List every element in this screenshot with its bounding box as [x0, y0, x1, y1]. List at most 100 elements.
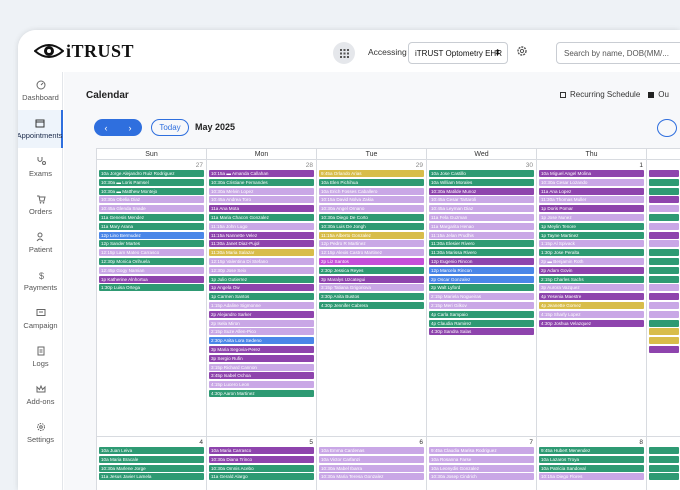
day-cell[interactable]: 6 10a Emma Cardenas 10a Victor Carfanzi 10:…: [317, 437, 427, 490]
appointment-event[interactable]: 9:45a Hubert Menendez: [539, 447, 644, 454]
appointment-event[interactable]: 10:45a Glenda Snade: [99, 205, 204, 213]
appointment-event-partial[interactable]: [649, 319, 679, 327]
appointment-event[interactable]: 2p Isela Miron: [209, 319, 314, 327]
appointment-event[interactable]: 1p Doris Pomar: [539, 205, 644, 213]
appointment-event[interactable]: 3:15p Tatiana Grigoriova: [319, 284, 424, 292]
appointment-event[interactable]: 2:15p Suze Allen-Pico: [209, 328, 314, 336]
day-cell[interactable]: 5 10a Maria Carrasco 10:30a Diana Trinco 10…: [207, 437, 317, 490]
appointment-event[interactable]: 10:30a Marlene Jorge: [99, 464, 204, 472]
appointment-event[interactable]: 10a Elen Pichihua: [319, 178, 424, 186]
appointment-event[interactable]: 1p Julio Gutierrez: [209, 275, 314, 283]
day-cell-partial[interactable]: [647, 160, 680, 437]
appointment-event-partial[interactable]: [649, 240, 679, 248]
appointment-event[interactable]: 2:15p Mariela Nogueiras: [429, 293, 534, 301]
appointment-event[interactable]: 10:45a Leyman Diaz: [429, 205, 534, 213]
appointment-event[interactable]: 11:30a Marissa Rivero: [429, 249, 534, 257]
appointment-event[interactable]: 3p Sergio Rufin: [209, 354, 314, 362]
sidebar-item-add-ons[interactable]: Add-ons: [18, 376, 63, 414]
appointment-event[interactable]: 12p Lino Bermudez: [99, 231, 204, 239]
appointment-event[interactable]: 10a Erich Fosses Caballero: [319, 187, 424, 195]
appointment-event[interactable]: 11a Margarita Henao: [429, 222, 534, 230]
appointment-event[interactable]: 12:15p Lam Mateo Carrasco: [99, 249, 204, 257]
appointment-event[interactable]: 11:15a Alberto Gonzalez: [319, 231, 424, 239]
appointment-event[interactable]: 11:30a Elesier Rivero: [429, 240, 534, 248]
appointment-event[interactable]: 10a William Morales: [429, 178, 534, 186]
appointment-event[interactable]: 1p Jose Nunez: [539, 214, 644, 221]
appointment-event-partial[interactable]: [649, 310, 679, 318]
day-cell-partial[interactable]: [647, 437, 680, 490]
appointment-event[interactable]: 10:30a Cesar Lozando: [539, 178, 644, 186]
appointment-event[interactable]: 11:15a John Lugo: [209, 222, 314, 230]
appointment-event[interactable]: 2p ▬ Benjamin Roth: [539, 258, 644, 265]
appointment-event-partial[interactable]: [649, 196, 679, 204]
appointment-event[interactable]: 3:15p Richard Cannon: [209, 363, 314, 371]
appointment-event[interactable]: 2p Liz Santos: [319, 258, 424, 265]
appointment-event[interactable]: 10:30a Melvin Lopez: [209, 187, 314, 195]
day-cell[interactable]: 28 10:15a ▬ Amanda Callahan 10:30a Cristia…: [207, 160, 317, 437]
appointment-event[interactable]: 1p Meylin Tenore: [539, 222, 644, 230]
appointment-event[interactable]: 10a Maria Bracale: [99, 455, 204, 463]
appointment-event[interactable]: 4:30p Aaron Martinez: [209, 390, 314, 397]
settings-gear-icon[interactable]: [516, 45, 528, 57]
appointment-event[interactable]: 11:30a Janet Diaz-Pujol: [209, 240, 314, 248]
appointment-event[interactable]: 2p Oscar Gonzalez: [429, 275, 534, 283]
appointment-event-partial[interactable]: [649, 293, 679, 301]
appointment-event[interactable]: 2:15p Meri Gilkov: [429, 302, 534, 309]
appointment-event[interactable]: 11a Ana Mota: [209, 205, 314, 213]
today-button[interactable]: Today: [151, 119, 189, 136]
sidebar-item-settings[interactable]: Settings: [18, 414, 63, 452]
day-number[interactable]: 6: [419, 439, 423, 446]
appointment-event[interactable]: 10a Miguel Angel Molina: [539, 170, 644, 177]
appointment-event[interactable]: 10a Jorge Alejandro Ruiz Rodriguez: [99, 170, 204, 177]
appointment-event[interactable]: 10:30a Mabel Ibarra: [319, 464, 424, 472]
sidebar-item-appointments[interactable]: Appointments: [18, 110, 63, 148]
sidebar-item-logs[interactable]: Logs: [18, 338, 63, 376]
appointment-event[interactable]: 10:30a Josep Cindrich: [429, 473, 534, 481]
appointment-event-partial[interactable]: [649, 178, 679, 186]
appointment-event[interactable]: 11a Genesis Mendez: [99, 214, 204, 221]
appointment-event[interactable]: 12:30p Monica Orihuela: [99, 258, 204, 265]
appointment-event[interactable]: 10:30a Obelia Diaz: [99, 196, 204, 204]
day-cell[interactable]: 30 10a Jose Castillo 10a William Morales 10…: [427, 160, 537, 437]
appointment-event[interactable]: 4:15p Sharly Lopez: [539, 310, 644, 318]
appointment-event[interactable]: 10:30a ▬ Matthew Montejo: [99, 187, 204, 195]
appointment-event-partial[interactable]: [649, 170, 679, 177]
appointment-event[interactable]: 1:15p Al Spivack: [539, 240, 644, 248]
appointment-event-partial[interactable]: [649, 337, 679, 345]
appointment-event[interactable]: 4p Claudia Ramirez: [429, 319, 534, 327]
appointment-event-partial[interactable]: [649, 205, 679, 213]
sidebar-item-dashboard[interactable]: Dashboard: [18, 72, 63, 110]
day-number[interactable]: 1: [639, 162, 643, 169]
appointment-event[interactable]: 10:45a Andrea Toro: [209, 196, 314, 204]
appointment-event-partial[interactable]: [649, 447, 679, 454]
appointment-event[interactable]: 10a Victor Carfanzi: [319, 455, 424, 463]
appointment-event[interactable]: 10:30a Maria Teresa Gonzalez: [319, 473, 424, 481]
appointment-event[interactable]: 10a Rosanna Farse: [429, 455, 534, 463]
appointment-event[interactable]: 10:15a ▬ Amanda Callahan: [209, 170, 314, 177]
appointment-event[interactable]: 2:30p Anita Lora Sedeno: [209, 337, 314, 345]
day-number[interactable]: 28: [306, 162, 313, 169]
appointment-event[interactable]: 10:15a Diego Flores: [539, 473, 644, 481]
appointment-event[interactable]: 10a Juan Leiva: [99, 447, 204, 454]
appointment-event-partial[interactable]: [649, 266, 679, 274]
sidebar-item-patient[interactable]: Patient: [18, 224, 63, 262]
appointment-event[interactable]: 10:30a Angel Ornano: [319, 205, 424, 213]
day-cell[interactable]: 7 9:45a Claudia Marisa Rodriguez 10a Rosan…: [427, 437, 537, 490]
apps-grid-button[interactable]: [333, 42, 355, 64]
day-cell[interactable]: 27 10a Jorge Alejandro Ruiz Rodriguez 10:3…: [97, 160, 207, 437]
appointment-event-partial[interactable]: [649, 328, 679, 336]
appointment-event[interactable]: 10a Lazaros Troya: [539, 455, 644, 463]
appointment-event-partial[interactable]: [649, 473, 679, 481]
appointment-event[interactable]: 10a Maria Carrasco: [209, 447, 314, 454]
day-number[interactable]: 7: [529, 439, 533, 446]
appointment-event[interactable]: 2p Walt Lyford: [429, 284, 534, 292]
appointment-event[interactable]: 11a Mary Arana: [99, 222, 204, 230]
appointment-event-partial[interactable]: [649, 214, 679, 221]
appointment-event[interactable]: 4p Yesenia Maestre: [539, 293, 644, 301]
prev-month-button[interactable]: ‹: [105, 123, 108, 133]
appointment-event[interactable]: 10:30a Diego De Corto: [319, 214, 424, 221]
sidebar-item-exams[interactable]: Exams: [18, 148, 63, 186]
appointment-event[interactable]: 2:30p Jessica Reyes: [319, 266, 424, 274]
appointment-event[interactable]: 1p Carmen Santos: [209, 293, 314, 301]
appointment-event[interactable]: 12p Eugenio Rincon: [429, 258, 534, 265]
